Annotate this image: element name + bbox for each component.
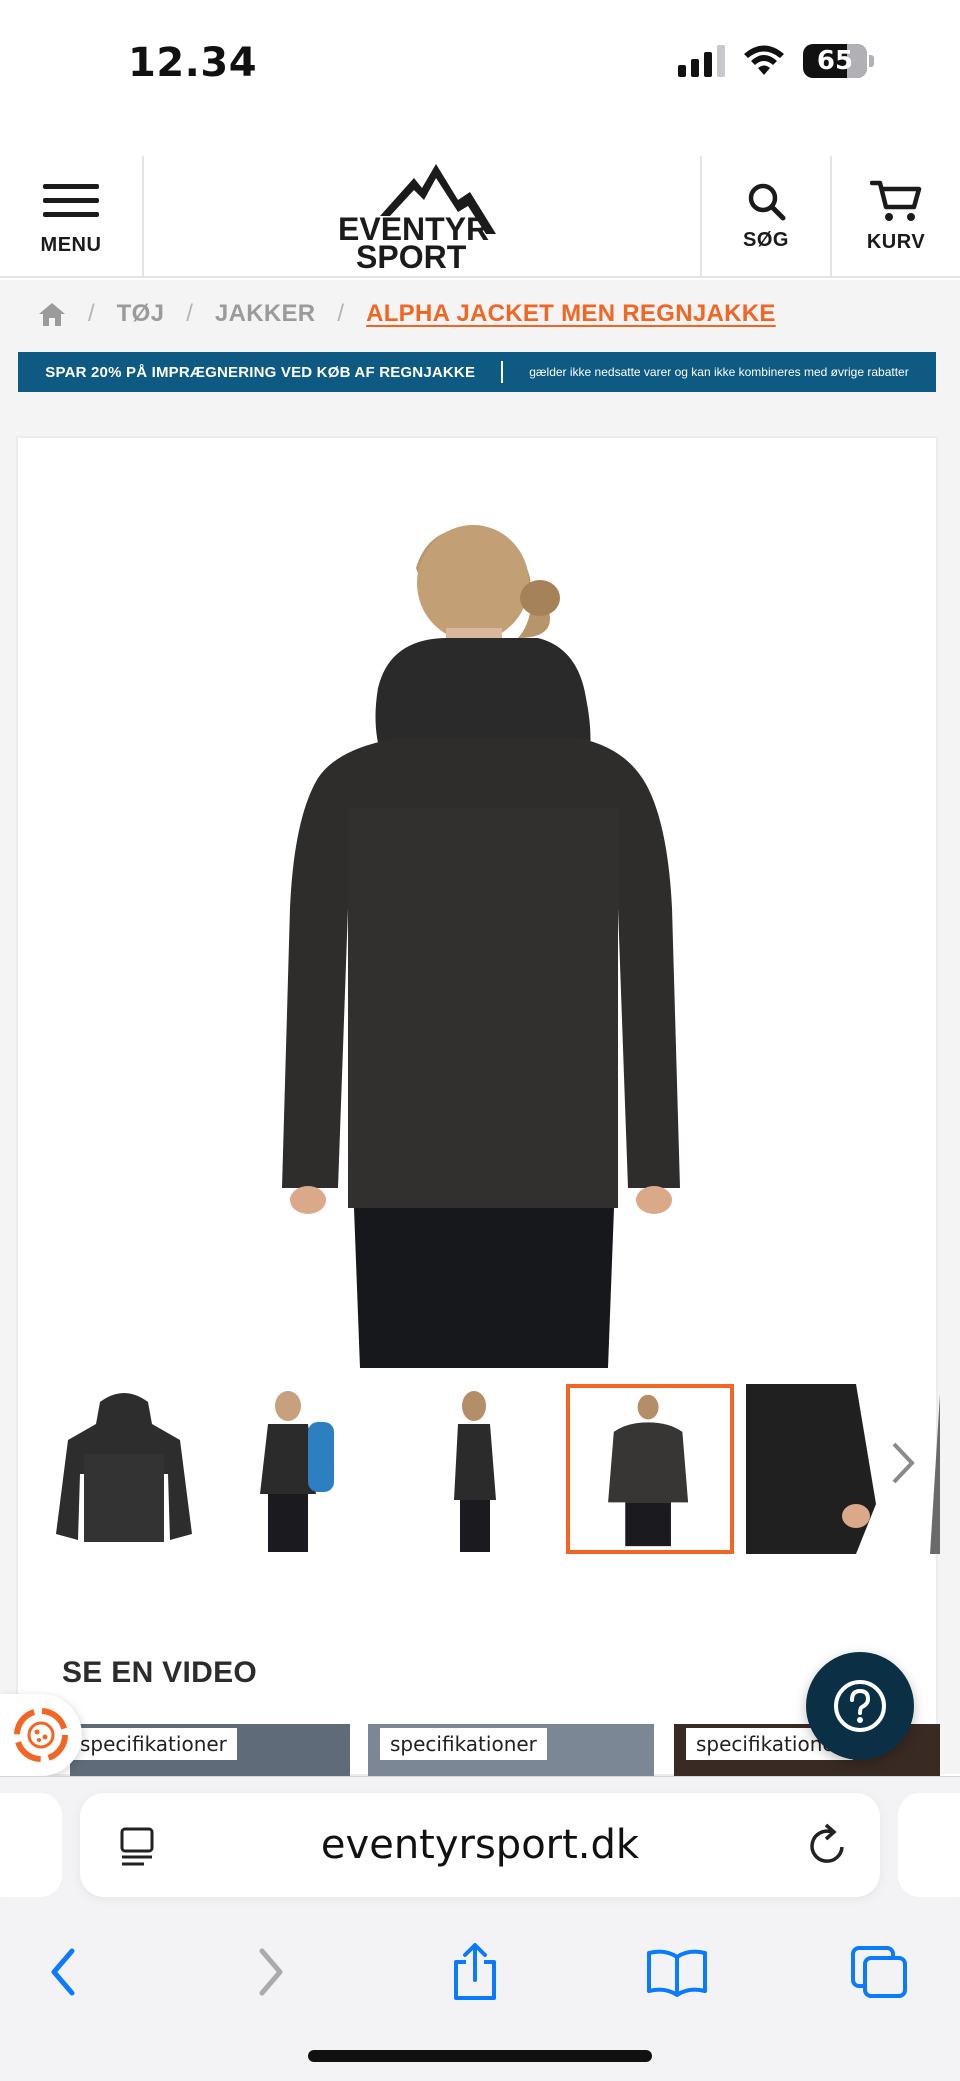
cookie-icon bbox=[14, 1708, 68, 1762]
breadcrumb: / TØJ / JAKKER / ALPHA JACKET MEN REGNJA… bbox=[0, 280, 960, 348]
help-button[interactable] bbox=[806, 1652, 914, 1760]
video-tile-2[interactable]: specifikationer bbox=[368, 1724, 654, 1776]
breadcrumb-current[interactable]: ALPHA JACKET MEN REGNJAKKE bbox=[366, 300, 776, 328]
forward-button[interactable] bbox=[226, 1927, 316, 2017]
logo-text-2: SPORT bbox=[356, 239, 467, 270]
search-label: SØG bbox=[743, 228, 789, 251]
menu-button[interactable]: MENU bbox=[0, 156, 144, 276]
bookmarks-button[interactable] bbox=[632, 1927, 722, 2017]
browser-chrome: eventyrsport.dk bbox=[0, 1776, 960, 2081]
battery-icon: 65 bbox=[803, 44, 867, 78]
cart-button[interactable]: KURV bbox=[830, 156, 960, 276]
menu-icon bbox=[43, 175, 99, 226]
battery-level: 65 bbox=[816, 46, 854, 76]
status-icons: 65 bbox=[678, 44, 874, 78]
thumbnail-1[interactable] bbox=[40, 1384, 208, 1554]
back-icon bbox=[51, 1948, 75, 1996]
site-logo[interactable]: EVENTYR SPORT bbox=[144, 156, 700, 276]
search-icon bbox=[748, 183, 786, 220]
menu-label: MENU bbox=[40, 234, 102, 256]
next-tab-preview[interactable] bbox=[898, 1793, 960, 1897]
promo-main-text: SPAR 20% PÅ IMPRÆGNERING VED KØB AF REGN… bbox=[45, 363, 476, 381]
promo-banner[interactable]: SPAR 20% PÅ IMPRÆGNERING VED KØB AF REGN… bbox=[18, 352, 936, 392]
product-main-image[interactable] bbox=[18, 488, 936, 1368]
breadcrumb-item-jakker[interactable]: JAKKER bbox=[215, 300, 315, 328]
promo-sub-text: gælder ikke nedsatte varer og kan ikke k… bbox=[529, 365, 909, 379]
url-text: eventyrsport.dk bbox=[320, 1822, 640, 1868]
breadcrumb-separator: / bbox=[88, 300, 95, 327]
video-section-title: SE EN VIDEO bbox=[62, 1656, 258, 1689]
thumbnail-strip bbox=[40, 1384, 940, 1554]
cart-label: KURV bbox=[866, 230, 926, 253]
back-button[interactable] bbox=[18, 1927, 108, 2017]
home-indicator bbox=[308, 2050, 652, 2062]
cellular-signal-icon bbox=[678, 45, 725, 77]
promo-area: SPAR 20% PÅ IMPRÆGNERING VED KØB AF REGN… bbox=[0, 348, 960, 434]
eventyrsport-logo: EVENTYR SPORT bbox=[338, 164, 496, 270]
share-button[interactable] bbox=[430, 1927, 520, 2017]
reader-icon[interactable] bbox=[118, 1825, 158, 1869]
address-bar[interactable]: eventyrsport.dk bbox=[80, 1793, 880, 1897]
thumbnail-6[interactable] bbox=[920, 1384, 940, 1554]
cookie-settings-button[interactable] bbox=[0, 1694, 82, 1776]
site-header: MENU EVENTYR SPORT SØG KURV bbox=[0, 156, 960, 278]
thumbnail-next-icon[interactable] bbox=[888, 1438, 918, 1488]
ios-status-bar: 12.34 65 bbox=[0, 0, 960, 130]
previous-tab-preview[interactable] bbox=[0, 1793, 62, 1897]
breadcrumb-item-toj[interactable]: TØJ bbox=[117, 300, 165, 328]
promo-divider bbox=[501, 361, 504, 383]
status-time: 12.34 bbox=[128, 40, 258, 86]
breadcrumb-separator: / bbox=[186, 300, 193, 327]
cart-icon bbox=[870, 180, 922, 221]
video-tile-1[interactable]: specifikationer bbox=[70, 1724, 350, 1776]
product-gallery: SE EN VIDEO bbox=[16, 436, 940, 1776]
video-list: specifikationer specifikationer specifik… bbox=[70, 1724, 940, 1776]
browser-toolbar bbox=[0, 1927, 960, 2017]
breadcrumb-separator: / bbox=[337, 300, 345, 327]
share-icon bbox=[454, 1943, 496, 2000]
home-icon[interactable] bbox=[38, 301, 66, 327]
tabs-button[interactable] bbox=[834, 1927, 924, 2017]
video-chip-2: specifikationer bbox=[380, 1728, 547, 1760]
search-button[interactable]: SØG bbox=[700, 156, 830, 276]
thumbnail-4-selected[interactable] bbox=[566, 1384, 734, 1554]
bookmarks-icon bbox=[647, 1949, 707, 1997]
tabs-icon bbox=[851, 1946, 907, 1998]
thumbnail-3[interactable] bbox=[392, 1384, 560, 1554]
wifi-icon bbox=[744, 45, 784, 75]
thumbnail-2[interactable] bbox=[216, 1384, 384, 1554]
question-icon bbox=[834, 1680, 886, 1732]
forward-icon bbox=[259, 1948, 283, 1996]
reload-icon[interactable] bbox=[806, 1821, 850, 1869]
video-chip-1: specifikationer bbox=[70, 1728, 237, 1760]
